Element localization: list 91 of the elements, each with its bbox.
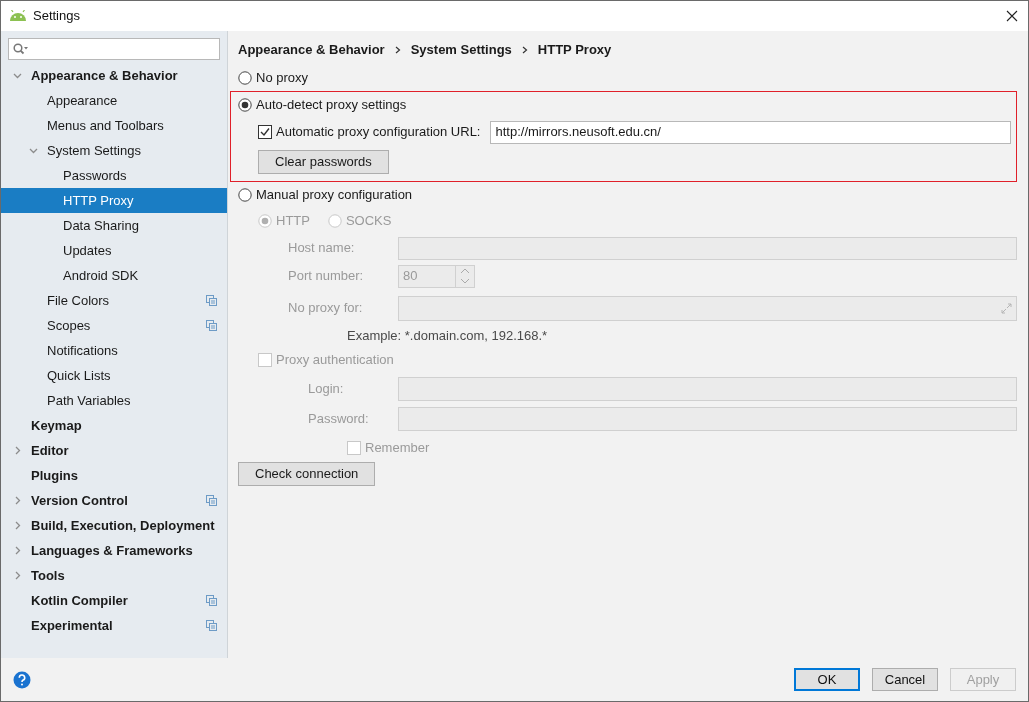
- search-icon: [13, 43, 29, 55]
- tree-item[interactable]: File Colors: [1, 288, 227, 313]
- dialog-button[interactable]: OK: [794, 668, 860, 691]
- chevron-right-icon[interactable]: [13, 446, 22, 455]
- tree-item[interactable]: Build, Execution, Deployment: [1, 513, 227, 538]
- breadcrumb-item: Appearance & Behavior: [238, 40, 385, 59]
- tree-label: Menus and Toolbars: [47, 116, 165, 135]
- tree-item[interactable]: Updates: [1, 238, 227, 263]
- tree-label: Build, Execution, Deployment: [31, 516, 216, 535]
- chevron-right-icon: [521, 45, 528, 54]
- chevron-right-icon[interactable]: [13, 521, 22, 530]
- tree-item[interactable]: Menus and Toolbars: [1, 113, 227, 138]
- checkbox-label: Remember: [365, 439, 430, 458]
- tree-label: Scopes: [47, 316, 92, 335]
- hint-text: Example: *.domain.com, 192.168.*: [347, 327, 548, 346]
- tree-item[interactable]: Notifications: [1, 338, 227, 363]
- radio-button[interactable]: [238, 188, 252, 202]
- android-icon: [9, 10, 27, 22]
- radio-label: Auto-detect proxy settings: [256, 96, 407, 115]
- url-field[interactable]: http://mirrors.neusoft.edu.cn/: [490, 120, 1011, 144]
- chevron-right-icon[interactable]: [13, 571, 22, 580]
- tree-item[interactable]: Experimental: [1, 613, 227, 638]
- chevron-right-icon: [394, 45, 401, 54]
- help-icon[interactable]: [13, 670, 31, 689]
- tree-label: Experimental: [31, 616, 114, 635]
- radio-label: SOCKS: [345, 212, 392, 231]
- tree-label: Data Sharing: [63, 216, 140, 235]
- tree-label: Notifications: [47, 341, 119, 360]
- close-icon[interactable]: [1006, 10, 1018, 22]
- no-proxy-field[interactable]: [398, 295, 1017, 321]
- chevron-down-icon[interactable]: [29, 146, 38, 155]
- chevron-right-icon[interactable]: [13, 546, 22, 555]
- tree-label: Appearance: [47, 91, 119, 110]
- tree-item[interactable]: Tools: [1, 563, 227, 588]
- tree-item[interactable]: Android SDK: [1, 263, 227, 288]
- chevron-right-icon[interactable]: [13, 496, 22, 505]
- tree-item[interactable]: Data Sharing: [1, 213, 227, 238]
- tree-item[interactable]: System Settings: [1, 138, 227, 163]
- tree-item[interactable]: HTTP Proxy: [1, 188, 227, 213]
- tree-item[interactable]: Scopes: [1, 313, 227, 338]
- tree-label: Kotlin Compiler: [31, 591, 129, 610]
- tree-item[interactable]: Plugins: [1, 463, 227, 488]
- window-title: Settings: [33, 7, 81, 26]
- radio-label: No proxy: [256, 69, 309, 88]
- field-label: Login:: [308, 380, 345, 399]
- radio-button[interactable]: [238, 71, 252, 85]
- tree-label: Android SDK: [63, 266, 140, 285]
- tree-label: System Settings: [47, 141, 142, 160]
- tree-label: Version Control: [31, 491, 129, 510]
- tree-item[interactable]: Path Variables: [1, 388, 227, 413]
- search-field[interactable]: [8, 38, 220, 60]
- tree-item[interactable]: Appearance: [1, 88, 227, 113]
- tree-label: Appearance & Behavior: [31, 66, 179, 85]
- clear-passwords-button[interactable]: Clear passwords: [258, 150, 389, 174]
- breadcrumb-item: System Settings: [410, 40, 512, 59]
- tree-label: Editor: [31, 441, 70, 460]
- tree-label: Keymap: [31, 416, 83, 435]
- dialog-button[interactable]: Cancel: [872, 668, 938, 691]
- tree-label: File Colors: [47, 291, 111, 310]
- tree-item[interactable]: Editor: [1, 438, 227, 463]
- tree-label: Updates: [63, 241, 113, 260]
- chevron-down-icon[interactable]: [13, 71, 22, 80]
- field-label: Port number:: [288, 267, 365, 286]
- tree-label: Plugins: [31, 466, 79, 485]
- checkbox-label: Proxy authentication: [276, 351, 394, 370]
- breadcrumb-item: HTTP Proxy: [537, 40, 612, 59]
- radio-button[interactable]: [238, 98, 252, 112]
- checkbox-label: Automatic proxy configuration URL:: [276, 123, 481, 142]
- tree-item[interactable]: Appearance & Behavior: [1, 63, 227, 88]
- field-label: Password:: [308, 410, 370, 429]
- radio-label: Manual proxy configuration: [256, 186, 413, 205]
- password-field[interactable]: [398, 407, 1017, 431]
- tree-item[interactable]: Languages & Frameworks: [1, 538, 227, 563]
- tree-item[interactable]: Quick Lists: [1, 363, 227, 388]
- tree-item[interactable]: Keymap: [1, 413, 227, 438]
- tree-label: Quick Lists: [47, 366, 112, 385]
- check-connection-button[interactable]: Check connection: [238, 462, 376, 486]
- tree-label: Tools: [31, 566, 66, 585]
- tree-label: Languages & Frameworks: [31, 541, 194, 560]
- checkbox[interactable]: [258, 125, 272, 139]
- tree-item[interactable]: Version Control: [1, 488, 227, 513]
- tree-label: Path Variables: [47, 391, 132, 410]
- field-label: Host name:: [288, 239, 356, 258]
- tree-label: Passwords: [63, 166, 128, 185]
- login-field[interactable]: [398, 377, 1017, 401]
- field-label: No proxy for:: [288, 299, 364, 318]
- tree-item[interactable]: Passwords: [1, 163, 227, 188]
- expand-icon[interactable]: [1001, 302, 1012, 314]
- tree-label: HTTP Proxy: [63, 191, 135, 210]
- radio-label: HTTP: [276, 212, 310, 231]
- tree-item[interactable]: Kotlin Compiler: [1, 588, 227, 613]
